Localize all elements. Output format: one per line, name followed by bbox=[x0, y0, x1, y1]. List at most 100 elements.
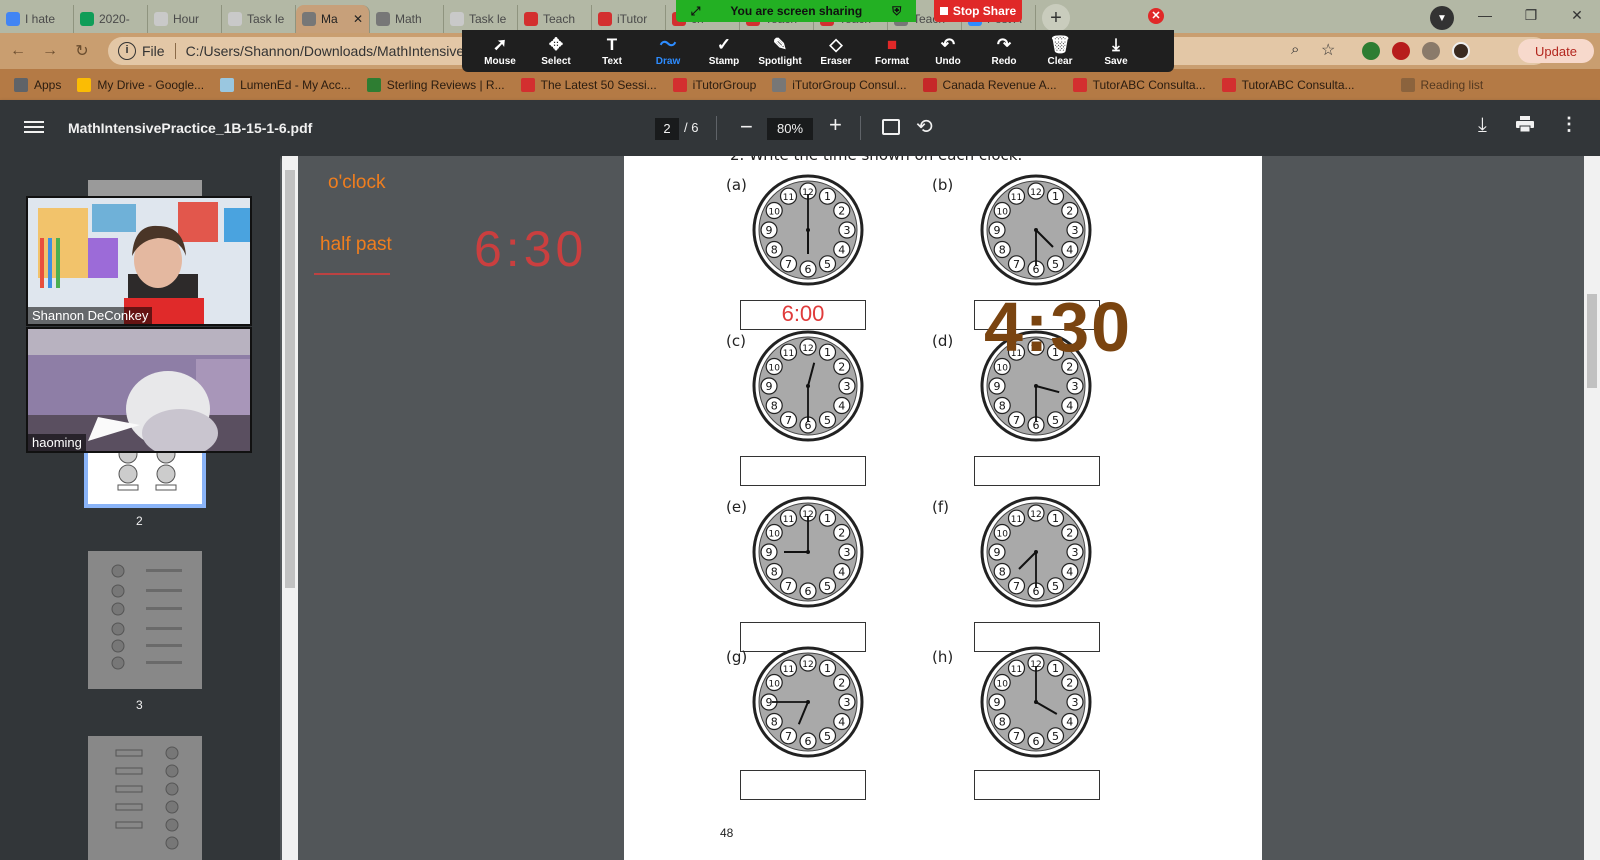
zoom-tool-select-button[interactable]: ✥ Select bbox=[528, 35, 584, 67]
bookmark-item[interactable]: TutorABC Consulta... bbox=[1221, 77, 1355, 92]
clock-label: (h) bbox=[932, 648, 954, 666]
zoom-tool-undo-button[interactable]: ↶ Undo bbox=[920, 35, 976, 67]
viewer-scrollbar-thumb[interactable] bbox=[1587, 294, 1597, 388]
zoom-tool-mouse-button[interactable]: ➚ Mouse bbox=[472, 35, 528, 67]
tab-search-icon[interactable]: ▼ bbox=[1430, 6, 1454, 30]
zoom-tool-redo-button[interactable]: ↷ Redo bbox=[976, 35, 1032, 67]
viewer-scrollbar[interactable] bbox=[1584, 156, 1600, 860]
svg-text:7: 7 bbox=[1013, 580, 1020, 593]
answer-box[interactable] bbox=[740, 770, 866, 800]
close-annotation-icon[interactable]: ✕ bbox=[1148, 8, 1164, 24]
browser-tab[interactable]: I hate bbox=[0, 5, 74, 33]
participant-video-tile[interactable]: haoming bbox=[26, 327, 252, 453]
sidebar-scrollbar-thumb[interactable] bbox=[285, 170, 295, 588]
reload-icon[interactable]: ↻ bbox=[68, 37, 96, 65]
browser-tab[interactable]: Task le bbox=[444, 5, 518, 33]
answer-box[interactable] bbox=[974, 770, 1100, 800]
address-url[interactable]: C:/Users/Shannon/Downloads/MathIntensive bbox=[186, 43, 465, 59]
thumbnail-page-3[interactable] bbox=[88, 551, 202, 689]
tab-close-icon[interactable]: ✕ bbox=[353, 12, 363, 26]
zoom-tool-draw-button[interactable]: 〜 Draw bbox=[640, 35, 696, 67]
zoom-tool-save-button[interactable]: ⤓ Save bbox=[1088, 35, 1144, 67]
zoom-tool-clear-button[interactable]: 🗑 Clear bbox=[1032, 35, 1088, 67]
bookmark-favicon-icon bbox=[14, 77, 28, 92]
share-expand-icon[interactable]: ⤢ bbox=[691, 4, 701, 19]
zoom-tool-spotlight-button[interactable]: ✎ Spotlight bbox=[752, 34, 808, 67]
format-icon: ■ bbox=[886, 34, 898, 54]
answer-box[interactable]: 6:00 bbox=[740, 300, 866, 330]
svg-text:1: 1 bbox=[824, 662, 831, 675]
zoom-tool-format-button[interactable]: ■ Format bbox=[864, 34, 920, 67]
close-window-icon[interactable]: ✕ bbox=[1554, 0, 1600, 30]
rotate-icon[interactable]: ⟲ bbox=[916, 114, 933, 139]
screen-sharing-banner[interactable]: ⤢ You are screen sharing ⛨ bbox=[676, 0, 916, 22]
bookmark-label: My Drive - Google... bbox=[97, 77, 205, 92]
extensions-puzzle-icon[interactable] bbox=[1422, 42, 1440, 60]
svg-text:5: 5 bbox=[1052, 730, 1059, 743]
profile-avatar[interactable] bbox=[1452, 42, 1470, 60]
thumbnail-page-1[interactable] bbox=[88, 180, 202, 196]
new-tab-icon[interactable]: + bbox=[1042, 4, 1070, 32]
sidebar-scrollbar[interactable] bbox=[282, 156, 298, 860]
bookmark-item[interactable]: Reading list bbox=[1400, 77, 1483, 92]
thumbnail-page-number: 2 bbox=[136, 514, 143, 528]
minimize-window-icon[interactable]: — bbox=[1462, 0, 1508, 30]
svg-text:9: 9 bbox=[994, 696, 1001, 709]
download-icon[interactable]: ⤓ bbox=[1478, 114, 1487, 137]
answer-box[interactable] bbox=[740, 456, 866, 486]
bookmark-star-icon[interactable]: ☆ bbox=[1321, 40, 1335, 60]
answer-box[interactable] bbox=[974, 456, 1100, 486]
bookmark-favicon-icon bbox=[1072, 77, 1087, 92]
zoom-out-icon[interactable]: − bbox=[740, 114, 753, 140]
bookmark-item[interactable]: LumenEd - My Acc... bbox=[220, 77, 351, 92]
browser-tab[interactable]: Task le bbox=[222, 5, 296, 33]
browser-tab[interactable]: Ma ✕ bbox=[296, 5, 370, 33]
spotlight-icon: ✎ bbox=[772, 34, 788, 54]
svg-text:7: 7 bbox=[785, 580, 792, 593]
zoom-lens-icon[interactable]: ⌕ bbox=[1291, 41, 1299, 58]
bookmark-item[interactable]: iTutorGroup bbox=[672, 77, 756, 92]
browser-tab[interactable]: 2020- bbox=[74, 5, 148, 33]
thumbnail-page-4[interactable] bbox=[88, 736, 202, 860]
sidebar-menu-icon[interactable] bbox=[24, 118, 44, 138]
site-info-icon[interactable]: i bbox=[118, 42, 136, 60]
svg-text:9: 9 bbox=[766, 224, 773, 237]
svg-text:3: 3 bbox=[844, 380, 851, 393]
bookmark-item[interactable]: TutorABC Consulta... bbox=[1072, 77, 1206, 92]
svg-text:2: 2 bbox=[838, 361, 845, 374]
fit-to-page-icon[interactable] bbox=[882, 119, 900, 135]
annotation-half-past: half past bbox=[320, 234, 392, 255]
bookmark-item[interactable]: Apps bbox=[14, 77, 61, 92]
browser-tab[interactable]: Hour bbox=[148, 5, 222, 33]
zoom-tool-stamp-button[interactable]: ✓ Stamp bbox=[696, 34, 752, 67]
bookmark-item[interactable]: The Latest 50 Sessi... bbox=[520, 77, 657, 92]
more-actions-icon[interactable]: ⋮ bbox=[1560, 114, 1578, 135]
forward-icon[interactable]: → bbox=[36, 37, 64, 65]
browser-tab[interactable]: Math bbox=[370, 5, 444, 33]
extension-ublock-icon[interactable] bbox=[1392, 42, 1410, 60]
page-number-input[interactable]: 2 bbox=[655, 118, 679, 140]
bookmark-favicon-icon bbox=[672, 77, 687, 92]
svg-text:2: 2 bbox=[838, 527, 845, 540]
stamp-icon: ✓ bbox=[716, 34, 732, 54]
back-icon[interactable]: ← bbox=[4, 37, 32, 65]
zoom-tool-text-button[interactable]: T Text bbox=[584, 35, 640, 67]
zoom-level-input[interactable]: 80% bbox=[767, 118, 813, 140]
stop-share-button[interactable]: Stop Share bbox=[934, 0, 1022, 22]
bookmark-item[interactable]: Canada Revenue A... bbox=[922, 77, 1057, 92]
bookmark-item[interactable]: iTutorGroup Consul... bbox=[772, 77, 907, 92]
restore-window-icon[interactable]: ❐ bbox=[1508, 0, 1554, 30]
bookmark-item[interactable]: My Drive - Google... bbox=[77, 77, 205, 92]
bookmark-item[interactable]: Sterling Reviews | R... bbox=[366, 77, 505, 92]
clock-label: (a) bbox=[726, 176, 747, 194]
extension-leaf-icon[interactable] bbox=[1362, 42, 1380, 60]
zoom-in-icon[interactable]: + bbox=[829, 112, 842, 138]
update-button[interactable]: Update bbox=[1518, 39, 1594, 63]
svg-text:1: 1 bbox=[824, 346, 831, 359]
browser-tab[interactable]: Teach bbox=[518, 5, 592, 33]
browser-tab[interactable]: iTutor bbox=[592, 5, 666, 33]
participant-video-tile[interactable]: Shannon DeConkey bbox=[26, 196, 252, 326]
zoom-tool-label: Redo bbox=[991, 55, 1017, 67]
zoom-tool-eraser-button[interactable]: ◇ Eraser bbox=[808, 35, 864, 67]
print-icon[interactable] bbox=[1515, 116, 1535, 132]
